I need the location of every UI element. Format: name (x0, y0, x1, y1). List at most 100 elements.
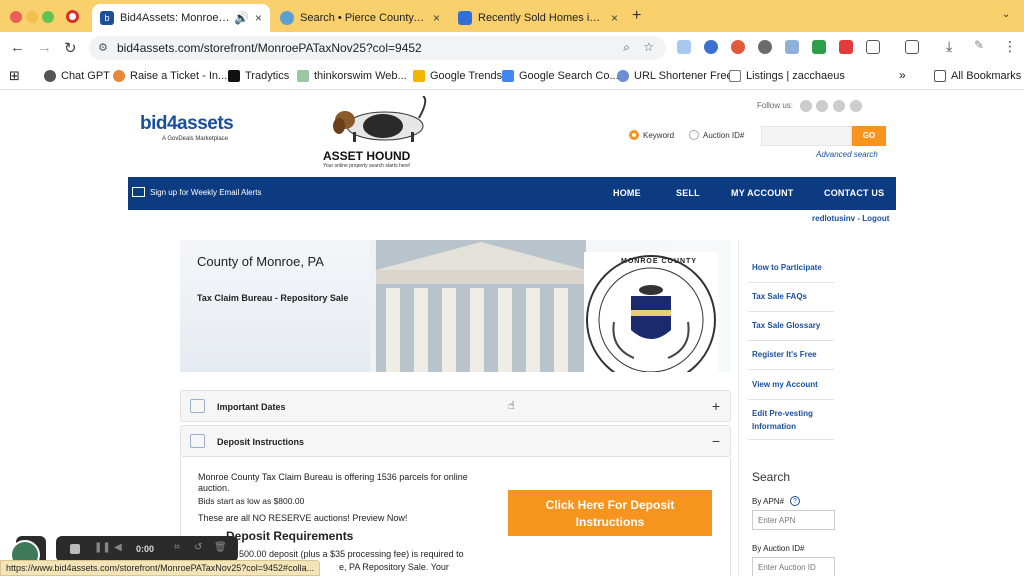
listings-icon (729, 70, 741, 82)
restart-icon[interactable]: ↺ (194, 542, 202, 553)
bookmark-item[interactable]: URL Shortener Free (617, 70, 733, 82)
bid4assets-logo[interactable]: bid4assets A GovDeals Marketplace (140, 113, 234, 142)
tab-recently-sold[interactable]: Recently Sold Homes in Mon × (450, 4, 626, 32)
globe-favicon-icon (280, 11, 294, 25)
reload-icon[interactable]: ↻ (64, 39, 77, 57)
speaker-icon[interactable]: 🔊 (234, 11, 249, 25)
bookmark-item[interactable]: Google Trends (413, 70, 502, 82)
bookmark-star-icon[interactable]: ☆ (643, 40, 654, 54)
draw-icon[interactable]: ⌗ (174, 542, 180, 553)
sidebar-divider (748, 340, 834, 341)
site-search-input[interactable] (761, 126, 852, 146)
extension-icon[interactable] (677, 40, 691, 54)
auction-id-radio[interactable] (689, 130, 699, 140)
close-tab-icon[interactable]: × (611, 11, 618, 25)
extension-icon[interactable] (812, 40, 826, 54)
seal-emblem-icon (586, 255, 716, 372)
email-alerts-link[interactable]: Sign up for Weekly Email Alerts (150, 188, 261, 197)
pause-icon[interactable]: ❚❚ (94, 542, 111, 553)
asset-hound-logo[interactable]: ASSET HOUND Your online property search … (323, 95, 433, 169)
sidebar-view-my-account[interactable]: View my Account (752, 378, 818, 391)
go-button[interactable]: GO (852, 126, 886, 146)
menu-dots-icon[interactable]: ⋮ (1003, 38, 1017, 55)
close-tab-icon[interactable]: × (255, 11, 262, 25)
mute-icon[interactable]: ◀ (114, 542, 122, 553)
back-arrow-icon[interactable]: ← (10, 39, 25, 56)
county-title: County of Monroe, PA (197, 254, 324, 269)
tab-search-chevron-icon[interactable]: ⌄ (1002, 9, 1010, 20)
user-bar: redlotusinv - Logout (812, 214, 890, 223)
sidebar-tax-sale-glossary[interactable]: Tax Sale Glossary (752, 319, 820, 332)
new-tab-plus-icon[interactable]: + (632, 7, 641, 25)
bookmark-item[interactable]: thinkorswim Web... (297, 70, 407, 82)
bookmark-item[interactable]: Chat GPT (44, 70, 110, 82)
bookmark-item[interactable]: Google Search Co... (502, 70, 619, 82)
sidebar-register[interactable]: Register It's Free (752, 348, 817, 361)
youtube-icon[interactable] (833, 100, 845, 112)
forward-arrow-icon[interactable]: → (37, 39, 52, 56)
deposit-paragraph-line: e, PA Repository Sale. Your (339, 562, 449, 572)
recorder-timer: 0:00 (136, 544, 155, 554)
extension-icon[interactable] (785, 40, 799, 54)
sidebar-how-to-participate[interactable]: How to Participate (752, 261, 822, 274)
accordion-deposit-instructions[interactable]: Deposit Instructions − (180, 425, 731, 457)
nav-contact-us[interactable]: CONTACT US (824, 188, 884, 198)
extension-icon[interactable] (731, 40, 745, 54)
download-icon[interactable]: ⤓ (946, 38, 952, 55)
puzzle-extensions-icon[interactable] (866, 40, 880, 54)
extension-icon[interactable] (758, 40, 772, 54)
bookmark-item[interactable]: Raise a Ticket - In... (113, 70, 227, 82)
deposit-instructions-button[interactable]: Click Here For Deposit Instructions (508, 490, 712, 536)
auction-id-radio-label: Auction ID# (703, 131, 745, 140)
tab-pierce-county[interactable]: Search • Pierce County, WA × (272, 4, 448, 32)
apn-input[interactable] (752, 510, 835, 530)
close-window-button[interactable] (10, 11, 22, 23)
sidebar-divider (748, 282, 834, 283)
nav-home[interactable]: HOME (613, 188, 641, 198)
mouse-cursor-icon: ☝ (508, 400, 515, 412)
parcels-text: Monroe County Tax Claim Bureau is offeri… (198, 472, 468, 493)
sidebar-edit-pre-vesting[interactable]: Edit Pre-vesting Information (752, 407, 832, 433)
site-info-icon[interactable]: ⚙ (98, 41, 108, 54)
auction-id-input[interactable] (752, 557, 835, 576)
sidebar-divider (748, 311, 834, 312)
keyword-radio[interactable] (629, 130, 639, 140)
money-icon (190, 434, 205, 448)
all-bookmarks-folder[interactable]: All Bookmarks (934, 70, 1021, 82)
close-tab-icon[interactable]: × (433, 11, 440, 25)
collapse-minus-icon[interactable]: − (712, 433, 720, 449)
tab-bid4assets[interactable]: b Bid4Assets: Monroe PA R 🔊 × (92, 4, 270, 32)
house-favicon-icon (458, 11, 472, 25)
expand-plus-icon[interactable]: + (712, 398, 720, 414)
bid-start-text: Bids start as low as $800.00 (198, 496, 305, 506)
chatgpt-icon (44, 70, 56, 82)
sidebar-tax-sale-faqs[interactable]: Tax Sale FAQs (752, 290, 807, 303)
address-bar[interactable]: ⚙ bid4assets.com/storefront/MonroePATaxN… (89, 36, 666, 60)
stop-icon[interactable] (70, 544, 80, 554)
bookmark-item[interactable]: Tradytics (228, 70, 289, 82)
facebook-icon[interactable] (800, 100, 812, 112)
linkedin-icon[interactable] (850, 100, 862, 112)
advanced-search-link[interactable]: Advanced search (816, 150, 878, 159)
trash-icon[interactable]: 🗑 (214, 542, 227, 553)
more-bookmarks-chevron-icon[interactable]: » (899, 68, 906, 82)
extension-icon[interactable] (704, 40, 718, 54)
reading-mode-icon[interactable] (905, 40, 919, 54)
nav-sell[interactable]: SELL (676, 188, 700, 198)
twitter-icon[interactable] (816, 100, 828, 112)
accordion-important-dates[interactable]: Important Dates + (180, 390, 731, 422)
help-question-icon[interactable]: ? (790, 496, 800, 506)
maximize-window-button[interactable] (42, 11, 54, 23)
calendar-icon (190, 399, 205, 413)
bookmark-item[interactable]: Listings | zacchaeus (729, 70, 845, 82)
sidebar-divider (748, 439, 834, 440)
county-seal: MONROE COUNTY 1836 (584, 252, 718, 372)
edit-pen-icon[interactable]: ✎ (974, 38, 984, 52)
minimize-window-button[interactable] (26, 11, 38, 23)
extension-icon[interactable] (839, 40, 853, 54)
username-link[interactable]: redlotusinv (812, 214, 855, 223)
zoom-icon[interactable]: ⌕ (623, 40, 630, 55)
nav-my-account[interactable]: MY ACCOUNT (731, 188, 794, 198)
apps-grid-icon[interactable]: ⊞ (9, 68, 20, 84)
logout-link[interactable]: Logout (862, 214, 889, 223)
